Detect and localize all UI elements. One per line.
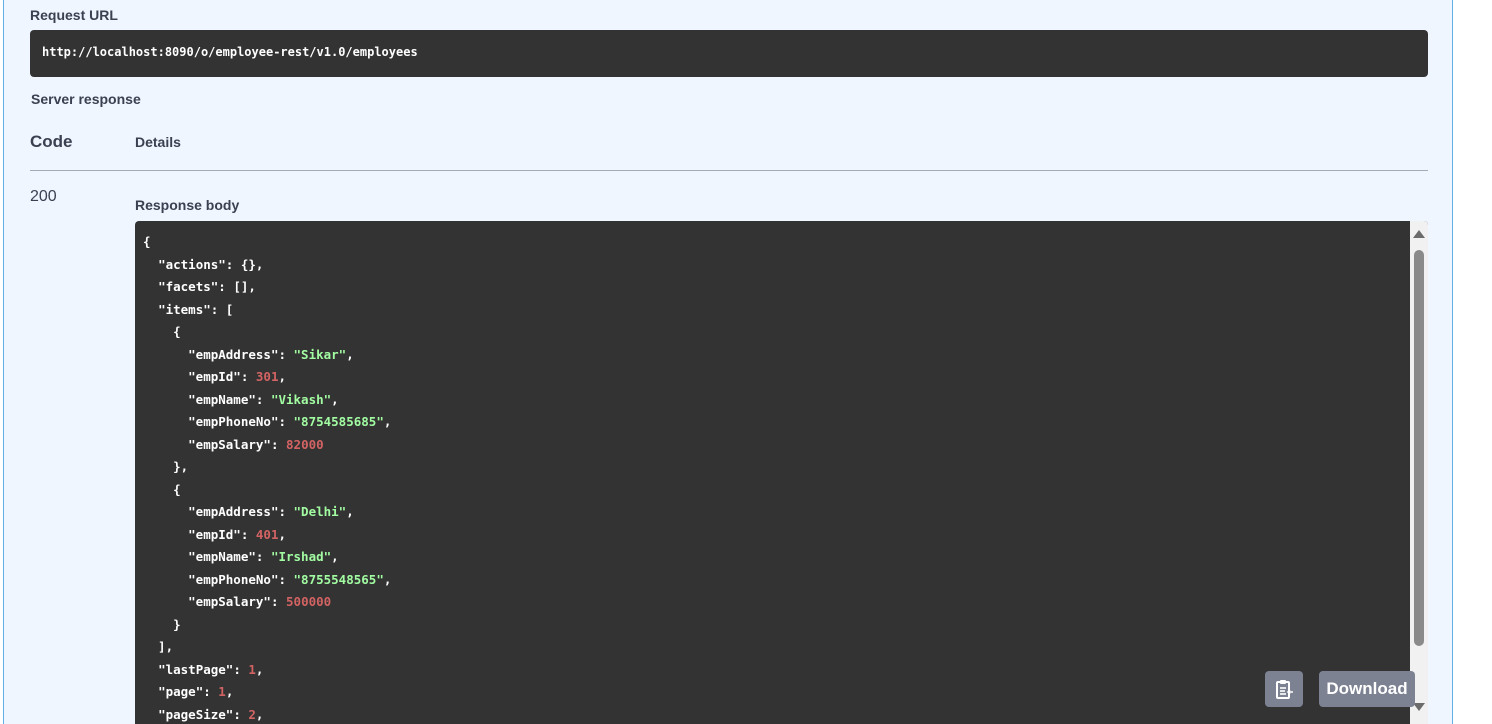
json-line: "pageSize": 2, — [158, 706, 264, 722]
json-line: "actions": {}, — [158, 256, 264, 272]
json-line: { — [143, 324, 181, 339]
clipboard-icon — [1276, 680, 1293, 699]
details-column-header: Details — [135, 134, 181, 150]
json-line: "empSalary": 500000 — [188, 594, 332, 609]
response-scrollbar[interactable] — [1410, 221, 1428, 724]
scroll-thumb[interactable] — [1414, 250, 1424, 646]
header-divider — [30, 170, 1428, 171]
json-line: "items": [ — [158, 301, 234, 317]
response-panel: Request URL http://localhost:8090/o/empl… — [3, 0, 1453, 724]
json-line: { — [143, 234, 151, 249]
server-response-label: Server response — [31, 91, 141, 107]
response-body[interactable]: { "actions": {}, "facets": [], "items": … — [135, 221, 1428, 724]
json-line: "page": 1, — [158, 684, 234, 699]
json-line: "empId": 401, — [188, 526, 287, 542]
json-line: "lastPage": 1, — [158, 661, 264, 677]
download-button[interactable]: Download — [1319, 671, 1415, 707]
scroll-up-arrow-icon[interactable] — [1413, 230, 1425, 238]
request-url-label: Request URL — [30, 7, 118, 23]
json-line: "empId": 301, — [188, 369, 287, 384]
json-line: "empAddress": "Sikar", — [188, 346, 354, 362]
json-line: "empName": "Irshad", — [188, 549, 339, 564]
copy-to-clipboard-button[interactable] — [1265, 671, 1303, 707]
json-line: ], — [143, 639, 174, 654]
json-line: } — [143, 616, 181, 632]
json-line: "empPhoneNo": "8755548565", — [188, 571, 392, 587]
response-body-label: Response body — [135, 197, 240, 213]
json-line: "empName": "Vikash", — [188, 391, 339, 407]
request-url-value: http://localhost:8090/o/employee-rest/v1… — [42, 45, 418, 59]
json-line: "empAddress": "Delhi", — [188, 504, 354, 519]
response-body-json: { "actions": {}, "facets": [], "items": … — [135, 221, 1428, 724]
code-column-header: Code — [30, 132, 73, 151]
request-url-box[interactable]: http://localhost:8090/o/employee-rest/v1… — [30, 30, 1428, 77]
json-line: "empSalary": 82000 — [188, 436, 324, 452]
json-line: { — [143, 481, 181, 497]
json-line: "empPhoneNo": "8754585685", — [188, 414, 392, 429]
json-line: }, — [143, 459, 189, 474]
response-code: 200 — [30, 188, 57, 205]
json-line: "facets": [], — [158, 279, 256, 294]
